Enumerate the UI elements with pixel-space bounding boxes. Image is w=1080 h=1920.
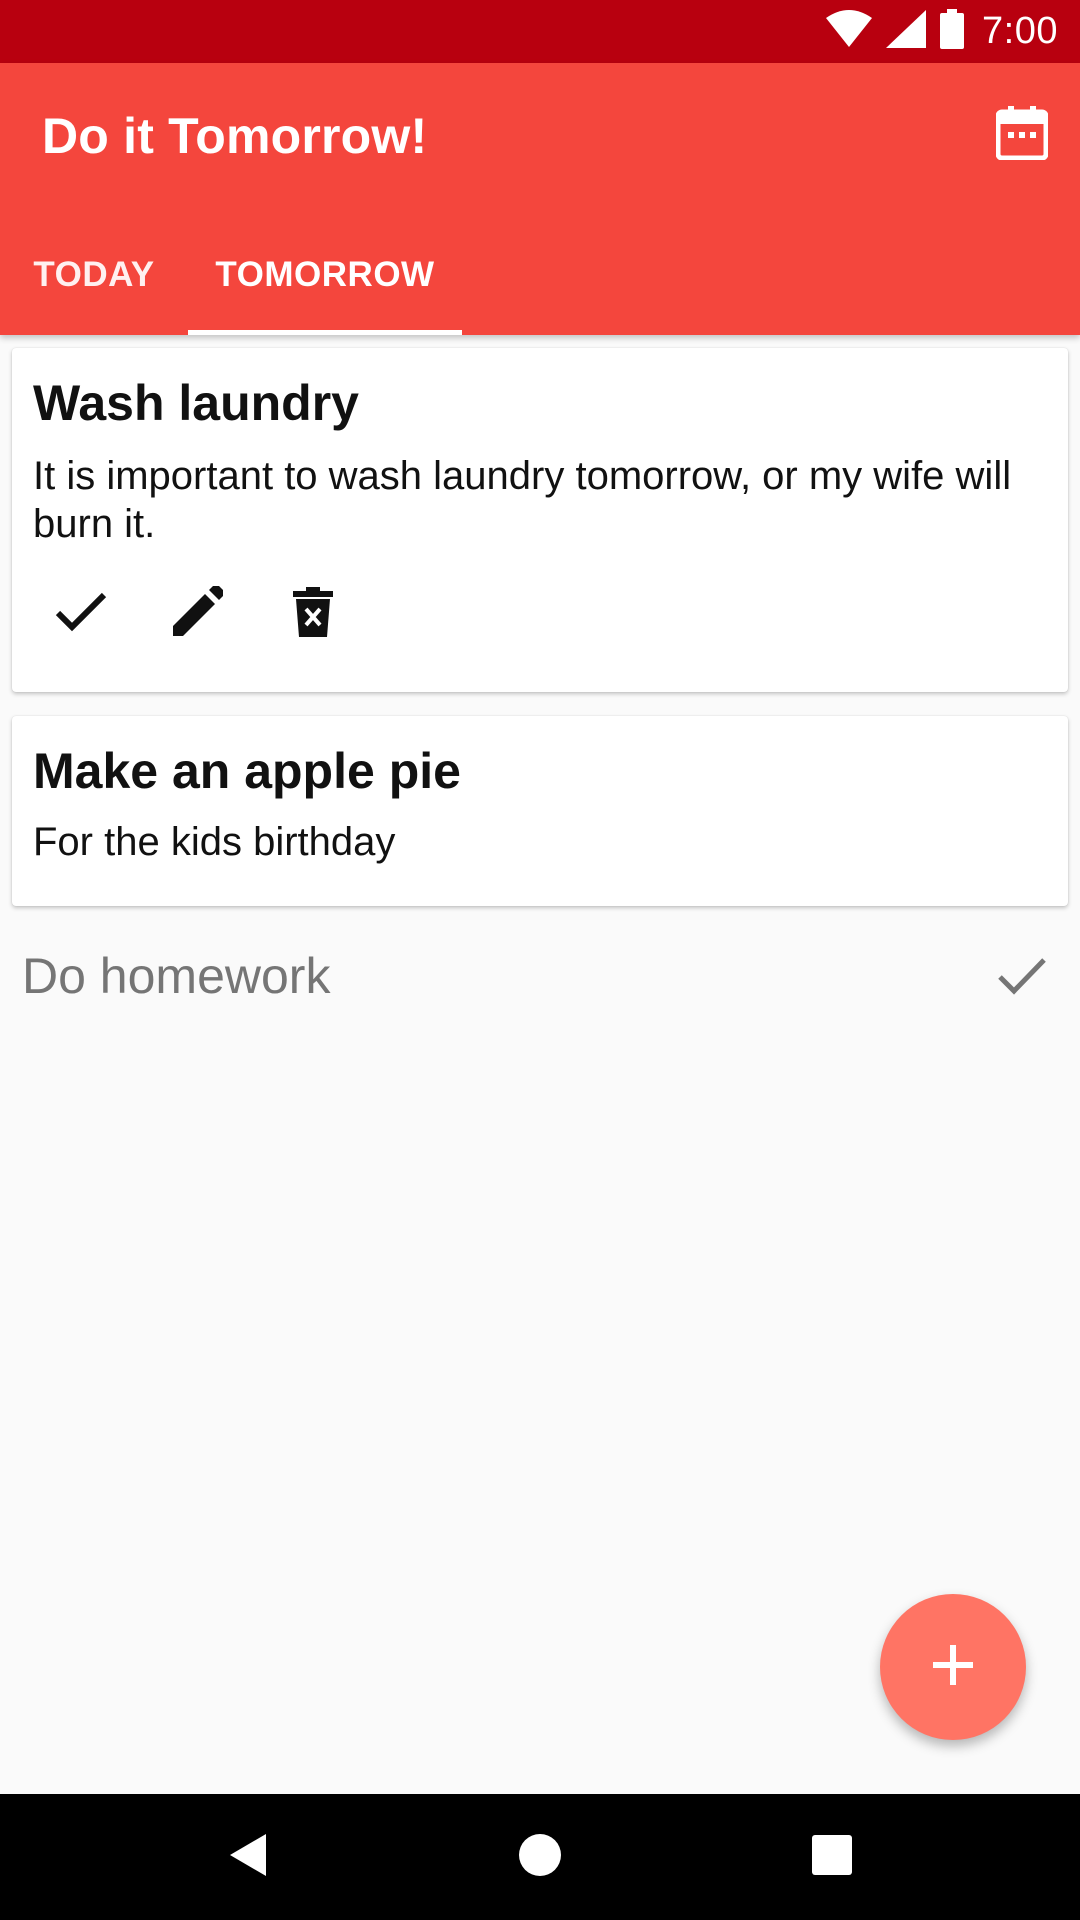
tab-today[interactable]: TODAY	[0, 215, 188, 335]
back-button[interactable]	[212, 1821, 284, 1893]
home-button[interactable]	[504, 1821, 576, 1893]
delete-button[interactable]	[281, 582, 345, 646]
task-description: For the kids birthday	[33, 820, 396, 864]
home-icon	[518, 1833, 562, 1882]
edit-pencil-icon	[171, 583, 225, 643]
tab-tomorrow[interactable]: TOMORROW	[188, 215, 462, 335]
task-actions	[33, 582, 1047, 646]
task-title: Make an apple pie	[33, 743, 461, 799]
back-icon	[228, 1832, 268, 1883]
calendar-button[interactable]	[994, 105, 1050, 165]
cellular-signal-icon	[886, 10, 927, 53]
plus-icon	[933, 1644, 973, 1690]
delete-icon	[293, 586, 333, 642]
check-icon[interactable]	[994, 948, 1050, 1004]
app-bar: Do it Tomorrow! TODAY TOMORROW	[0, 63, 1080, 335]
wifi-icon	[826, 10, 873, 53]
tab-bar: TODAY TOMORROW	[0, 215, 462, 335]
check-icon	[55, 592, 107, 637]
edit-button[interactable]	[165, 582, 229, 646]
mark-done-button[interactable]	[49, 582, 113, 646]
navigation-bar	[0, 1794, 1080, 1920]
done-task-title: Do homework	[22, 948, 331, 1004]
app-title: Do it Tomorrow!	[42, 108, 428, 164]
done-task-item[interactable]: Do homework	[0, 936, 1080, 1016]
task-title: Wash laundry	[33, 375, 359, 431]
screen: 7:00 Do it Tomorrow! TODAY TOMORROW Wash…	[0, 0, 1080, 1920]
add-task-fab[interactable]	[880, 1594, 1026, 1740]
status-time: 7:00	[982, 10, 1058, 52]
recents-icon	[812, 1834, 852, 1880]
calendar-icon	[995, 105, 1049, 165]
task-card[interactable]: Wash laundry It is important to wash lau…	[12, 348, 1068, 692]
recents-button[interactable]	[796, 1821, 868, 1893]
task-card[interactable]: Make an apple pie For the kids birthday	[12, 716, 1068, 906]
status-bar: 7:00	[0, 0, 1080, 63]
task-description: It is important to wash laundry tomorrow…	[33, 454, 1012, 546]
battery-icon	[940, 9, 965, 54]
